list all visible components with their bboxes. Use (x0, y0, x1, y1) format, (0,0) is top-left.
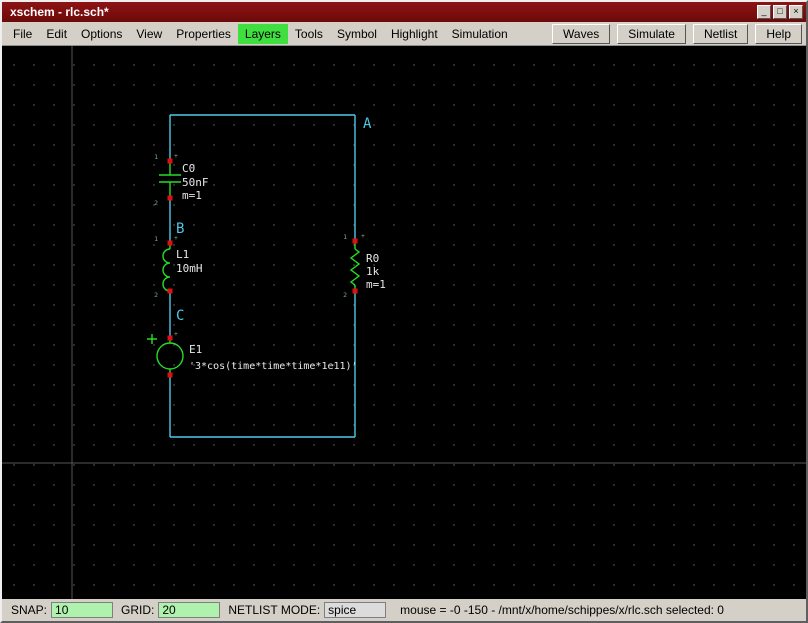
titlebar[interactable]: xschem - rlc.sch* _ □ × (2, 2, 806, 22)
capacitor-ref[interactable]: C0 (182, 162, 195, 175)
window-title: xschem - rlc.sch* (10, 5, 109, 19)
pin-number: 2 (154, 291, 158, 299)
pin-number: 2 (154, 199, 158, 207)
snap-input[interactable] (51, 602, 114, 618)
capacitor-value[interactable]: 50nF (182, 176, 209, 189)
inductor-value[interactable]: 10mH (176, 262, 203, 275)
close-icon[interactable]: × (789, 5, 803, 19)
menu-item-simulation[interactable]: Simulation (445, 24, 515, 44)
menu-item-symbol[interactable]: Symbol (330, 24, 384, 44)
pin-number: 1 (154, 153, 158, 161)
grid-label: GRID: (121, 603, 155, 617)
pin-plus: + (361, 232, 365, 240)
source-ref[interactable]: E1 (189, 343, 202, 356)
plus-polarity-icon (147, 334, 157, 344)
window-controls: _ □ × (757, 5, 803, 19)
pin (167, 195, 173, 201)
net-wires[interactable] (169, 114, 356, 438)
pin-plus: + (174, 330, 178, 338)
pin (167, 158, 173, 164)
waves-button[interactable]: Waves (552, 23, 611, 44)
pin-number: 1 (343, 233, 347, 241)
schematic-canvas[interactable]: 1 + 2 1 + 2 + 1 + 2 C0 50nF m=1 L1 10mH … (2, 46, 806, 599)
statusbar: SNAP: GRID: NETLIST MODE: mouse = -0 -15… (2, 599, 806, 621)
menu-item-options[interactable]: Options (74, 24, 129, 44)
inductor-symbol[interactable] (162, 243, 171, 292)
inductor-ref[interactable]: L1 (176, 248, 189, 261)
pin (167, 372, 173, 378)
netlist-button[interactable]: Netlist (692, 23, 749, 44)
voltage-source-symbol[interactable] (147, 334, 184, 375)
menubar: File Edit Options View Properties Layers… (2, 22, 806, 46)
pin (167, 335, 173, 341)
capacitor-symbol[interactable] (159, 161, 181, 198)
minimize-icon[interactable]: _ (757, 5, 771, 19)
netlist-mode-label: NETLIST MODE: (228, 603, 321, 617)
netlist-mode-input[interactable] (324, 602, 387, 618)
simulate-button[interactable]: Simulate (617, 23, 686, 44)
menu-item-properties[interactable]: Properties (169, 24, 238, 44)
menu-item-edit[interactable]: Edit (39, 24, 74, 44)
net-label-a[interactable]: A (363, 116, 372, 132)
pin-plus: + (174, 152, 178, 160)
pin (167, 288, 173, 294)
menu-item-view[interactable]: View (129, 24, 169, 44)
menu-item-tools[interactable]: Tools (288, 24, 330, 44)
net-label-b[interactable]: B (176, 221, 184, 237)
mouse-status-text: mouse = -0 -150 - /mnt/x/home/schippes/x… (400, 603, 724, 617)
menu-item-layers[interactable]: Layers (237, 23, 288, 44)
resistor-value[interactable]: 1k (366, 265, 380, 278)
maximize-icon[interactable]: □ (773, 5, 787, 19)
grid-input[interactable] (158, 602, 221, 618)
resistor-mult[interactable]: m=1 (366, 278, 386, 291)
xschem-window: xschem - rlc.sch* _ □ × File Edit Option… (0, 0, 808, 623)
help-button[interactable]: Help (755, 23, 802, 44)
pin (167, 240, 173, 246)
schematic-svg: 1 + 2 1 + 2 + 1 + 2 C0 50nF m=1 L1 10mH … (2, 46, 806, 599)
pin-number: 1 (154, 235, 158, 243)
resistor-ref[interactable]: R0 (366, 252, 379, 265)
menu-item-file[interactable]: File (6, 24, 39, 44)
resistor-symbol[interactable] (349, 241, 361, 291)
menu-item-highlight[interactable]: Highlight (384, 24, 445, 44)
pin (352, 288, 358, 294)
source-value[interactable]: '3*cos(time*time*time*1e11)' (189, 361, 358, 372)
capacitor-mult[interactable]: m=1 (182, 189, 202, 202)
pin (352, 238, 358, 244)
net-label-c[interactable]: C (176, 308, 184, 324)
pin-number: 2 (343, 291, 347, 299)
snap-label: SNAP: (11, 603, 48, 617)
